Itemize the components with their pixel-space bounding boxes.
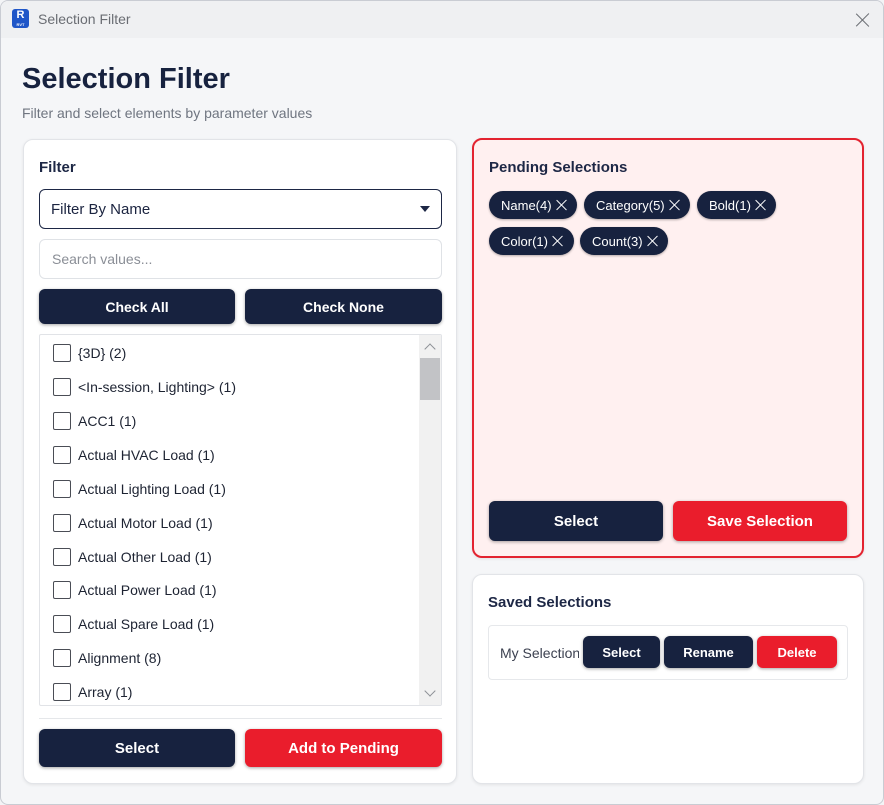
scroll-up-arrow-icon[interactable] bbox=[424, 343, 436, 355]
check-none-button[interactable]: Check None bbox=[245, 289, 442, 324]
pending-chip[interactable]: Count(3) bbox=[580, 227, 668, 255]
checkbox[interactable] bbox=[53, 548, 71, 566]
filter-panel: Filter Filter By Name Check All Check No… bbox=[23, 139, 457, 784]
chip-label: Color(1) bbox=[501, 233, 548, 249]
list-item-label: Array (1) bbox=[78, 684, 133, 700]
list-item-label: Alignment (8) bbox=[78, 650, 162, 666]
list-item-label: Actual HVAC Load (1) bbox=[78, 447, 215, 463]
chip-label: Category(5) bbox=[596, 197, 665, 213]
list-item-label: Actual Motor Load (1) bbox=[78, 515, 213, 531]
chip-label: Name(4) bbox=[501, 197, 552, 213]
check-all-button[interactable]: Check All bbox=[39, 289, 235, 324]
pending-chip[interactable]: Color(1) bbox=[489, 227, 574, 255]
page-subtitle: Filter and select elements by parameter … bbox=[22, 105, 313, 121]
list-item-label: {3D} (2) bbox=[78, 345, 127, 361]
filter-select-button[interactable]: Select bbox=[39, 729, 235, 767]
remove-icon[interactable] bbox=[647, 235, 659, 247]
list-item[interactable]: Actual Spare Load (1) bbox=[53, 613, 214, 635]
search-input[interactable] bbox=[39, 239, 442, 279]
scroll-thumb[interactable] bbox=[420, 358, 440, 400]
checkbox[interactable] bbox=[53, 683, 71, 701]
list-item-label: Actual Other Load (1) bbox=[78, 549, 212, 565]
checkbox[interactable] bbox=[53, 514, 71, 532]
checkbox[interactable] bbox=[53, 480, 71, 498]
list-item-label: ACC1 (1) bbox=[78, 413, 137, 429]
dropdown-value: Filter By Name bbox=[51, 201, 151, 218]
list-item-label: Actual Power Load (1) bbox=[78, 582, 217, 598]
page-title: Selection Filter bbox=[22, 63, 230, 95]
save-selection-button[interactable]: Save Selection bbox=[673, 501, 847, 541]
checkbox[interactable] bbox=[53, 649, 71, 667]
window-title: Selection Filter bbox=[38, 11, 131, 27]
revit-app-icon: R RVT bbox=[12, 9, 29, 28]
remove-icon[interactable] bbox=[552, 235, 564, 247]
list-item[interactable]: Actual HVAC Load (1) bbox=[53, 444, 215, 466]
list-item[interactable]: Array (1) bbox=[53, 681, 132, 703]
checkbox[interactable] bbox=[53, 378, 71, 396]
pending-chip[interactable]: Bold(1) bbox=[697, 191, 776, 219]
rename-button[interactable]: Rename bbox=[664, 636, 753, 668]
checkbox[interactable] bbox=[53, 412, 71, 430]
list-item[interactable]: Actual Lighting Load (1) bbox=[53, 478, 226, 500]
list-item[interactable]: ACC1 (1) bbox=[53, 410, 136, 432]
saved-selections-panel: Saved Selections My Selection Select Ren… bbox=[472, 574, 864, 784]
checkbox[interactable] bbox=[53, 615, 71, 633]
chip-label: Bold(1) bbox=[709, 197, 751, 213]
list-item[interactable]: <In-session, Lighting> (1) bbox=[53, 376, 236, 398]
pending-chip[interactable]: Name(4) bbox=[489, 191, 577, 219]
list-item[interactable]: Actual Motor Load (1) bbox=[53, 512, 213, 534]
saved-heading: Saved Selections bbox=[488, 594, 612, 611]
caret-down-icon bbox=[420, 206, 430, 212]
app-window: R RVT Selection Filter Selection Filter … bbox=[0, 0, 884, 805]
title-bar: R RVT Selection Filter bbox=[1, 1, 883, 38]
list-item-label: <In-session, Lighting> (1) bbox=[78, 379, 236, 395]
filter-mode-dropdown[interactable]: Filter By Name bbox=[39, 189, 442, 229]
list-item[interactable]: Actual Power Load (1) bbox=[53, 579, 217, 601]
filter-heading: Filter bbox=[39, 159, 76, 176]
saved-select-button[interactable]: Select bbox=[583, 636, 660, 668]
app-icon-letter: R bbox=[16, 9, 25, 21]
saved-selection-name: My Selection bbox=[500, 645, 579, 661]
scroll-down-arrow-icon[interactable] bbox=[424, 685, 436, 697]
values-list[interactable]: {3D} (2) <In-session, Lighting> (1) ACC1… bbox=[39, 334, 442, 706]
checkbox[interactable] bbox=[53, 344, 71, 362]
remove-icon[interactable] bbox=[755, 199, 767, 211]
saved-selection-row: My Selection Select Rename Delete bbox=[488, 625, 848, 680]
pending-selections-panel: Pending Selections Name(4) Category(5) B… bbox=[472, 138, 864, 558]
chip-label: Count(3) bbox=[592, 233, 643, 249]
list-item-label: Actual Lighting Load (1) bbox=[78, 481, 226, 497]
checkbox[interactable] bbox=[53, 446, 71, 464]
list-item[interactable]: Actual Other Load (1) bbox=[53, 546, 212, 568]
remove-icon[interactable] bbox=[669, 199, 681, 211]
delete-button[interactable]: Delete bbox=[757, 636, 837, 668]
divider bbox=[39, 718, 442, 719]
close-icon[interactable] bbox=[853, 10, 873, 30]
pending-select-button[interactable]: Select bbox=[489, 501, 663, 541]
checkbox[interactable] bbox=[53, 581, 71, 599]
remove-icon[interactable] bbox=[556, 199, 568, 211]
pending-chip[interactable]: Category(5) bbox=[584, 191, 690, 219]
app-icon-sub: RVT bbox=[16, 22, 25, 27]
add-to-pending-button[interactable]: Add to Pending bbox=[245, 729, 442, 767]
list-item-label: Actual Spare Load (1) bbox=[78, 616, 215, 632]
list-item[interactable]: {3D} (2) bbox=[53, 342, 126, 364]
list-scrollbar[interactable] bbox=[419, 335, 441, 705]
list-item[interactable]: Alignment (8) bbox=[53, 647, 161, 669]
pending-heading: Pending Selections bbox=[489, 159, 628, 176]
